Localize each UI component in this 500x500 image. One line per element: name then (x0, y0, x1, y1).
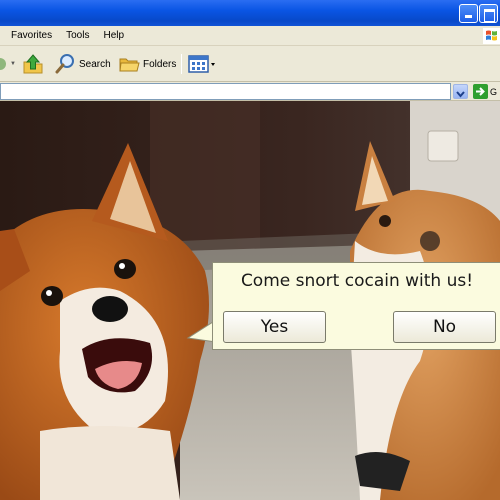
forward-dropdown[interactable]: ▼ (10, 51, 18, 77)
menu-tools[interactable]: Tools (59, 26, 96, 46)
search-label: Search (79, 58, 111, 70)
dialog-balloon: Come snort cocain with us! Yes No (212, 262, 500, 350)
search-button[interactable]: Search (54, 51, 111, 77)
address-dropdown-button[interactable] (453, 84, 468, 99)
up-folder-button[interactable] (22, 51, 46, 77)
address-bar: G (0, 82, 500, 101)
toolbar-separator (181, 54, 182, 74)
views-icon (188, 55, 215, 73)
menu-bar: Favorites Tools Help (0, 26, 500, 46)
explorer-window: Favorites Tools Help ▼ Search Folders G … (0, 0, 500, 500)
views-button[interactable] (188, 51, 216, 77)
search-icon (55, 54, 74, 74)
minimize-button[interactable] (459, 4, 478, 23)
toolbar: ▼ Search Folders (0, 46, 500, 82)
folders-label: Folders (143, 58, 177, 70)
dropdown-arrow-icon: ▼ (10, 61, 16, 67)
content-area: Come snort cocain with us! Yes No (0, 101, 500, 500)
dialog-message: Come snort cocain with us! (240, 271, 474, 291)
windows-logo-icon (483, 28, 500, 44)
menu-help[interactable]: Help (96, 26, 131, 46)
yes-button[interactable]: Yes (223, 311, 326, 343)
title-bar[interactable] (0, 0, 500, 26)
menu-favorites[interactable]: Favorites (4, 26, 59, 46)
go-arrow-icon (473, 84, 488, 99)
folders-icon (119, 58, 140, 72)
maximize-button[interactable] (479, 4, 498, 23)
dropdown-arrow-icon (456, 91, 465, 98)
folders-button[interactable]: Folders (118, 51, 176, 77)
forward-arrow-icon (0, 58, 6, 70)
go-label: G (490, 86, 498, 97)
up-folder-icon (23, 54, 43, 74)
no-button[interactable]: No (393, 311, 496, 343)
address-input[interactable] (0, 83, 451, 100)
go-button[interactable]: G (473, 84, 500, 99)
forward-button[interactable] (0, 51, 8, 77)
